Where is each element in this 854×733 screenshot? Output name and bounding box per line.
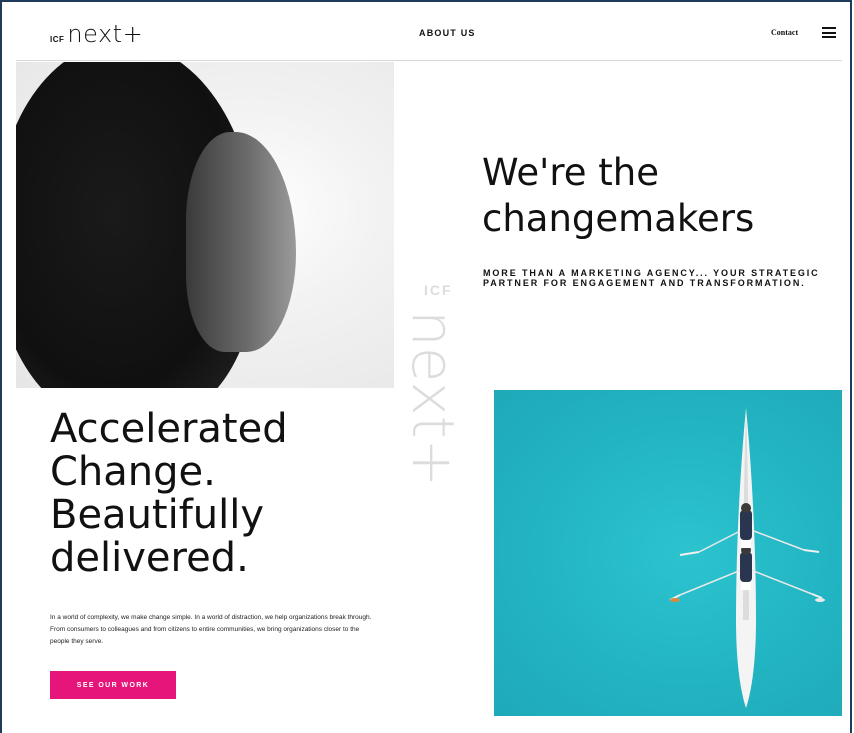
logo-prefix: ICF [50, 35, 65, 44]
intro-heading-line2: Change. [50, 449, 216, 495]
intro-body-text: In a world of complexity, we make change… [50, 613, 372, 645]
rowers-aerial-photo [494, 390, 842, 716]
vertical-brand-watermark: ICF next+ [399, 282, 467, 487]
logo-name: next+ [67, 22, 143, 46]
hero-subline: MORE THAN A MARKETING AGENCY... YOUR STR… [483, 268, 820, 288]
hamburger-menu-icon[interactable] [822, 27, 836, 38]
intro-heading: Accelerated Change. Beautifully delivere… [50, 408, 288, 580]
logo-name-text: next [67, 20, 123, 48]
hero-headline: We're the changemakers [482, 150, 754, 242]
see-our-work-button[interactable]: SEE OUR WORK [50, 671, 176, 699]
face-shape [186, 132, 296, 352]
watermark-prefix: ICF [424, 282, 453, 298]
page-frame: ICF next+ ABOUT US Contact ICF next+ We'… [0, 0, 852, 733]
logo-plus: + [122, 20, 144, 48]
nav-contact-link[interactable]: Contact [771, 28, 798, 37]
icf-next-logo[interactable]: ICF next+ [50, 22, 143, 46]
nav-about-us-link[interactable]: ABOUT US [419, 28, 476, 38]
rowing-boat-illustration [669, 408, 825, 708]
hero-headline-line1: We're the [482, 151, 659, 194]
hero-headline-line2: changemakers [482, 197, 755, 240]
intro-heading-line3: Beautifully [50, 492, 265, 538]
intro-heading-line4: delivered. [50, 535, 249, 581]
intro-heading-line1: Accelerated [50, 406, 288, 452]
watermark-name: next+ [399, 310, 467, 488]
site-header: ICF next+ ABOUT US Contact [16, 10, 842, 61]
woman-profile-photo [16, 62, 394, 388]
